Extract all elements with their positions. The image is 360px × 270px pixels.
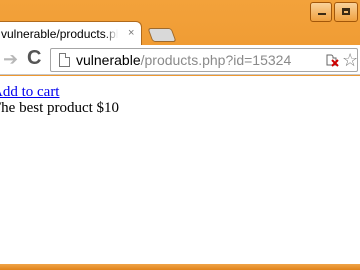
- reload-icon[interactable]: C: [27, 47, 41, 70]
- maximize-icon: [342, 8, 350, 15]
- new-tab-button[interactable]: [147, 28, 177, 42]
- address-bar[interactable]: vulnerable/products.php?id=15324 ☆: [50, 48, 358, 72]
- maximize-button[interactable]: [334, 2, 358, 22]
- window-bottom-border: [0, 264, 360, 270]
- tab-active[interactable]: vulnerable/products.php?id=15324 ×: [0, 21, 142, 46]
- tab-title: vulnerable/products.php?id=15324: [1, 27, 118, 41]
- page-icon: [59, 53, 70, 67]
- title-bar: vulnerable/products.php?id=15324 ×: [0, 0, 360, 46]
- close-icon[interactable]: ×: [128, 27, 134, 39]
- url-path: /products.php?id=15324: [140, 52, 292, 68]
- forward-icon[interactable]: ➔: [3, 49, 18, 70]
- toolbar: ➔ C vulnerable/products.php?id=15324 ☆: [0, 45, 360, 75]
- product-description: The best product $10: [0, 100, 120, 116]
- blocked-content-icon[interactable]: [324, 52, 340, 68]
- add-to-cart-link[interactable]: Add to cart: [0, 84, 59, 101]
- minimize-icon: [318, 13, 326, 15]
- bookmark-star-icon[interactable]: ☆: [342, 50, 358, 71]
- url-host: vulnerable: [76, 52, 141, 68]
- minimize-button[interactable]: [310, 2, 332, 22]
- url-text[interactable]: vulnerable/products.php?id=15324: [76, 52, 291, 68]
- page-content: Add to cart The best product $10: [0, 76, 360, 264]
